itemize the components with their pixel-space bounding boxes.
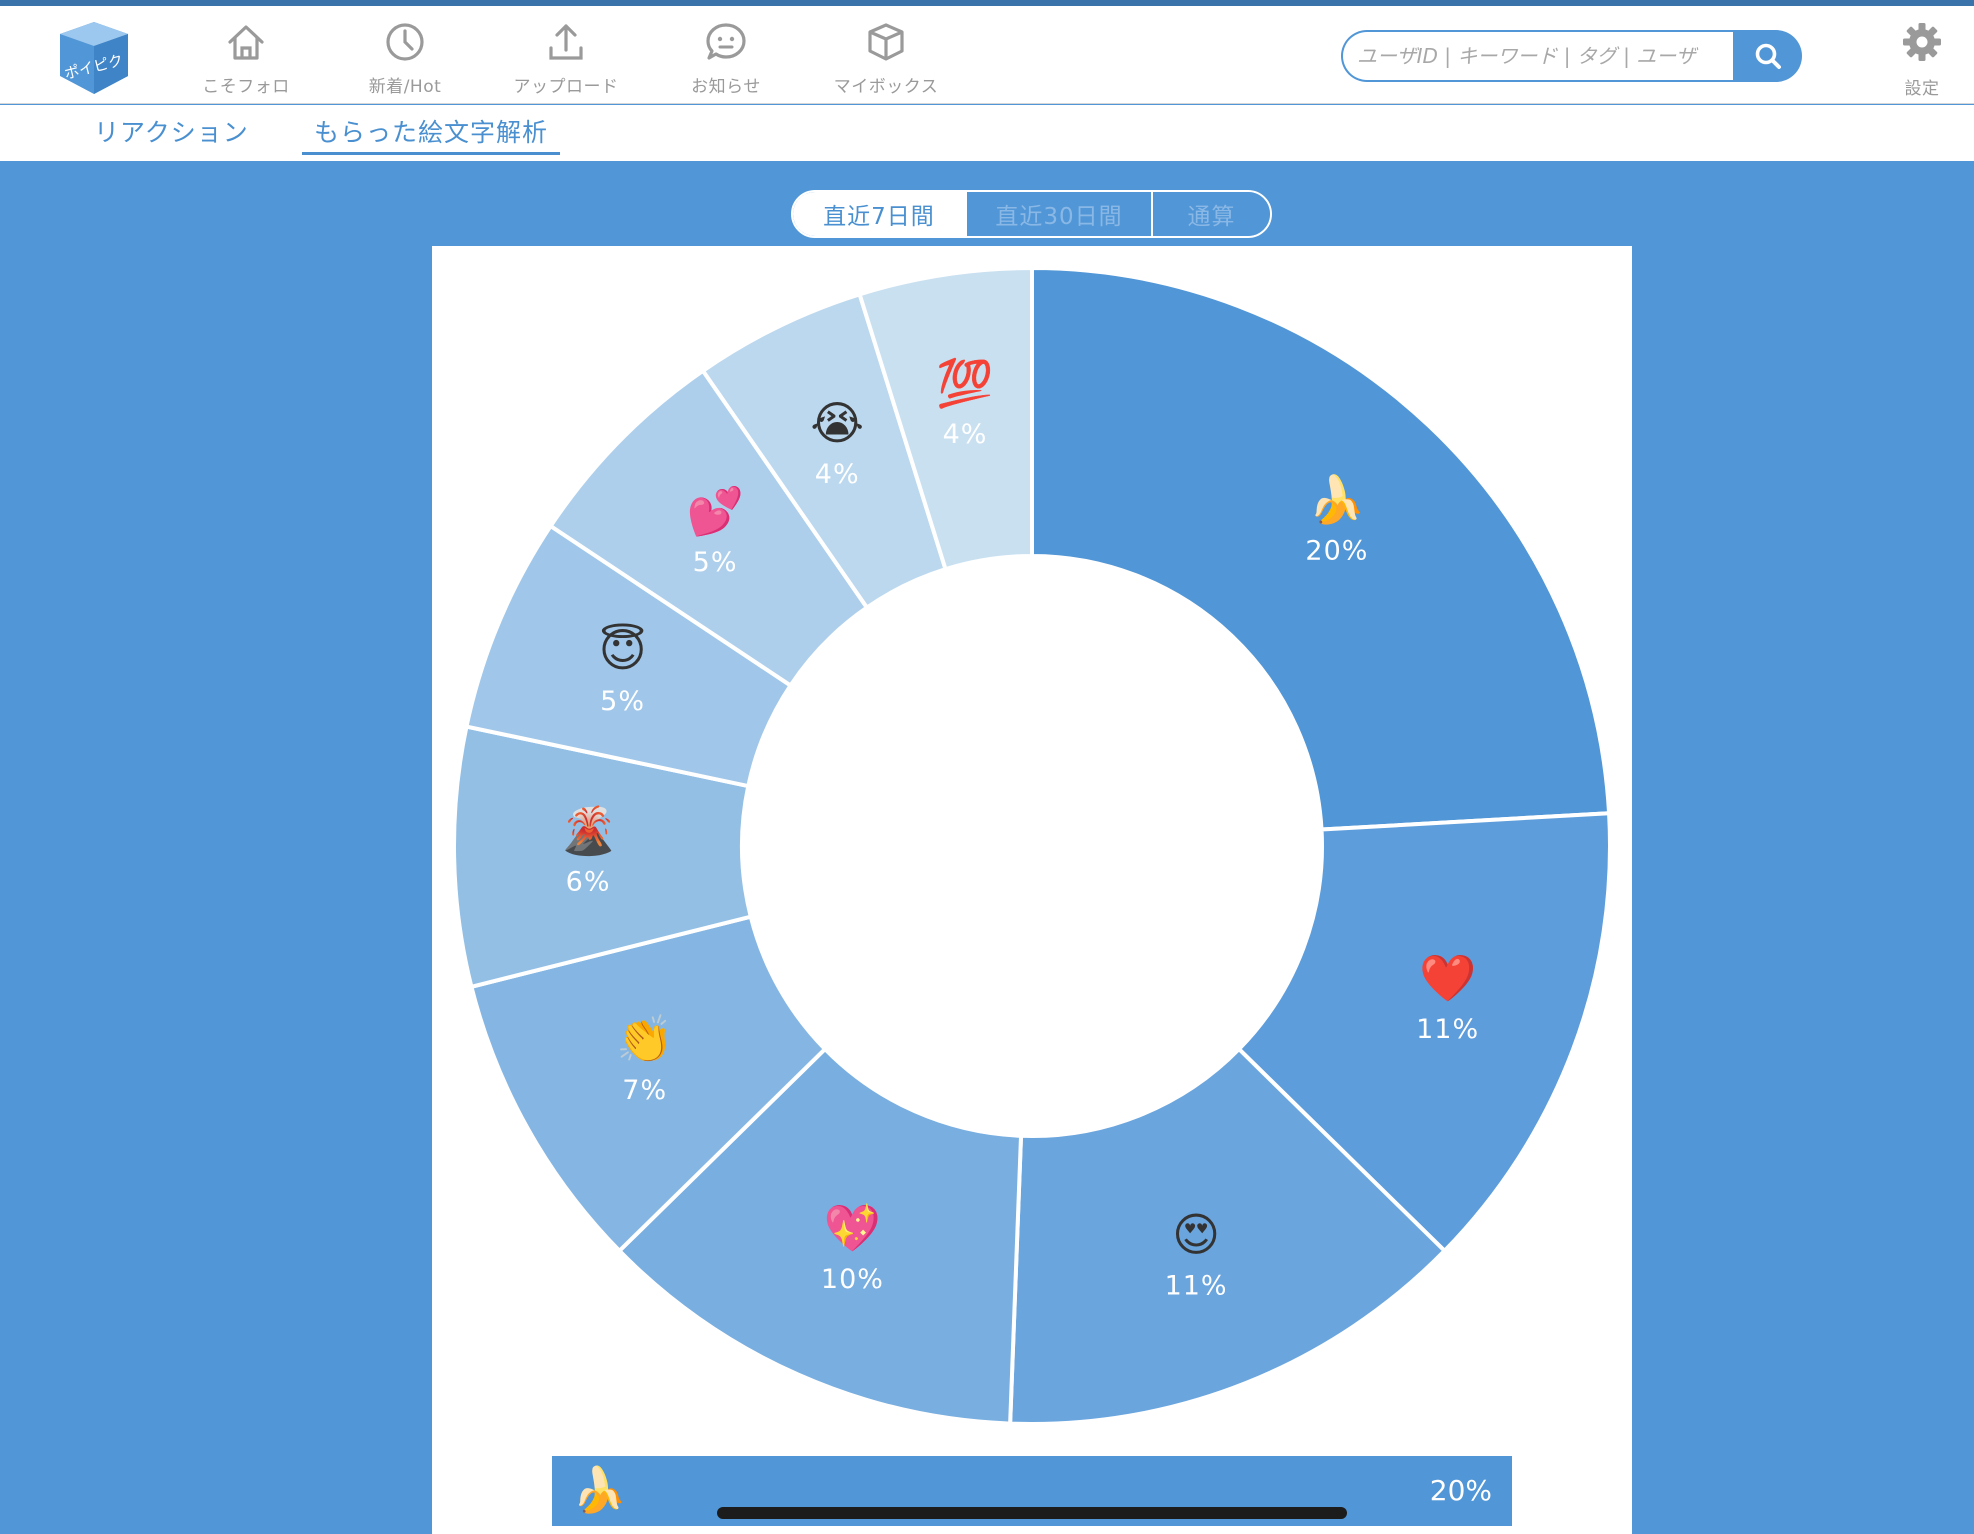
sub-navigation: リアクション もらった絵文字解析: [0, 105, 1974, 161]
clock-icon: [386, 23, 424, 61]
emoji-chart-panel: 🍌 20% ❤️ 11% 😍 11% 💖 10% 👏 7% 🌋 6% 😇 5% 💕 5% 😭 4% 💯 4% 🍌 20…: [432, 246, 1632, 1534]
tab-emoji-analysis[interactable]: もらった絵文字解析: [302, 113, 561, 155]
upload-icon: [549, 24, 583, 60]
home-indicator: [717, 1507, 1347, 1519]
slice-percent-label: 7%: [622, 1075, 667, 1106]
period-7days-button[interactable]: 直近7日間: [793, 192, 965, 236]
slice-emoji-label: 🍌: [1308, 472, 1365, 526]
speech-bubble-icon: [706, 23, 746, 60]
search-button[interactable]: [1733, 30, 1802, 82]
box-icon: [868, 23, 904, 61]
nav-notifications[interactable]: お知らせ: [656, 20, 796, 97]
search-icon: [1755, 43, 1781, 69]
nav-label: 新着/Hot: [368, 77, 442, 97]
nav-upload[interactable]: アップロード: [496, 20, 636, 97]
slice-emoji-label: 😭: [810, 396, 864, 450]
home-icon: [228, 25, 264, 60]
slice-emoji-label: 😇: [599, 623, 647, 677]
period-selector: 直近7日間 直近30日間 通算: [791, 190, 1272, 238]
period-30days-button[interactable]: 直近30日間: [965, 192, 1151, 236]
slice-emoji-label: 💯: [936, 356, 993, 410]
nav-label: こそフォロ: [202, 77, 290, 97]
gear-icon: [1903, 23, 1941, 61]
app-logo[interactable]: ポイピク: [56, 20, 132, 96]
search-bar: [1341, 30, 1802, 82]
slice-emoji-label: ❤️: [1419, 951, 1477, 1005]
row-percent: 20%: [1429, 1474, 1492, 1507]
slice-percent-label: 5%: [600, 686, 645, 717]
emoji-donut-chart: 🍌 20% ❤️ 11% 😍 11% 💖 10% 👏 7% 🌋 6% 😇 5% 💕 5% 😭 4% 💯 4%: [452, 265, 1612, 1426]
slice-emoji-label: 👏: [616, 1012, 673, 1066]
slice-percent-label: 10%: [821, 1264, 884, 1295]
slice-emoji-label: 😍: [1172, 1208, 1220, 1262]
row-emoji: 🍌: [572, 1465, 627, 1516]
app-header: ポイピク こそフォロ 新着/Hot アップロード お知らせ マイボックス ユーザ…: [0, 6, 1974, 104]
nav-mybox[interactable]: マイボックス: [816, 20, 956, 97]
nav-label: アップロード: [513, 77, 619, 97]
settings-label: 設定: [1904, 79, 1940, 99]
slice-percent-label: 5%: [693, 547, 738, 578]
slice-emoji-label: 🌋: [559, 803, 616, 857]
settings-button[interactable]: 設定: [1892, 20, 1952, 99]
slice-percent-label: 4%: [815, 459, 860, 490]
nav-label: お知らせ: [691, 77, 761, 97]
slice-percent-label: 11%: [1165, 1271, 1228, 1302]
search-input[interactable]: [1341, 30, 1733, 82]
slice-percent-label: 4%: [943, 419, 988, 450]
slice-percent-label: 6%: [566, 866, 611, 897]
nav-label: マイボックス: [833, 77, 939, 97]
nav-kosofollow[interactable]: こそフォロ: [176, 20, 316, 97]
slice-emoji-label: 💖: [824, 1201, 882, 1255]
slice-percent-label: 11%: [1416, 1014, 1479, 1045]
slice-percent-label: 20%: [1305, 535, 1368, 566]
nav-new-hot[interactable]: 新着/Hot: [335, 20, 475, 97]
period-total-button[interactable]: 通算: [1151, 192, 1270, 236]
slice-emoji-label: 💕: [686, 484, 743, 538]
tab-reaction[interactable]: リアクション: [94, 113, 249, 149]
